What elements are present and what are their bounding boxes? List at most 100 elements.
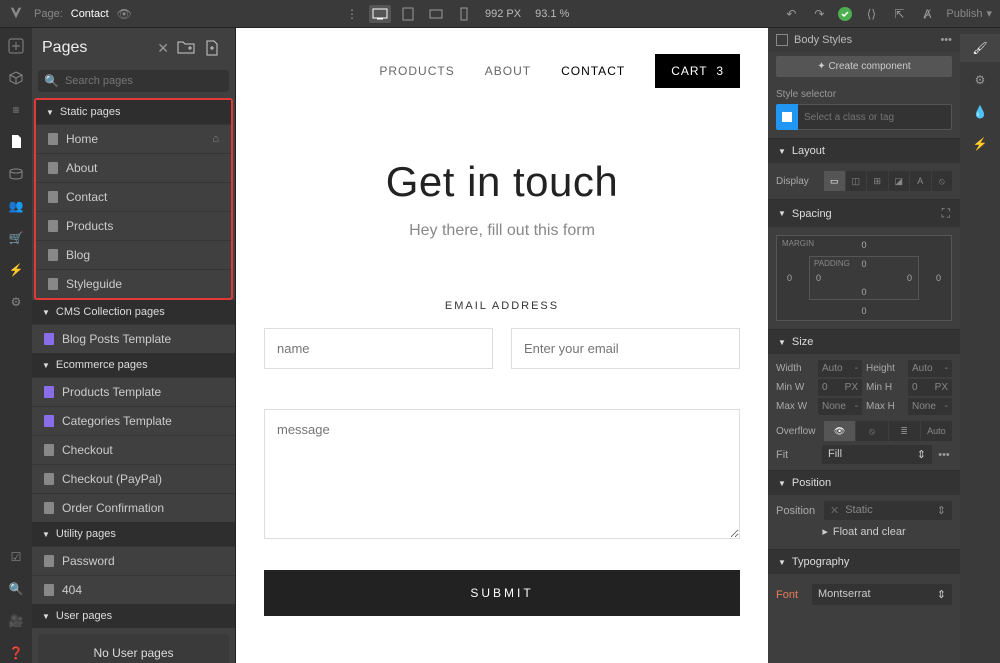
video-icon[interactable]: 🎥 [6,611,26,631]
design-canvas[interactable]: PRODUCTS ABOUT CONTACT CART 3 Get in tou… [236,28,768,663]
section-layout[interactable]: ▼Layout [768,139,960,163]
close-panel-icon[interactable]: ✕ [157,40,169,57]
email-input[interactable] [511,328,740,369]
maxh-input[interactable]: None- [908,398,952,415]
settings-tab-icon[interactable]: ⚙ [960,66,1000,94]
message-textarea[interactable] [264,409,740,539]
section-spacing[interactable]: ▼Spacing⛶ [768,200,960,227]
export-icon[interactable]: ⇱ [890,5,908,23]
cart-button[interactable]: CART 3 [655,54,740,88]
more-dots-icon[interactable]: ••• [940,34,952,46]
cube-icon[interactable] [6,68,26,88]
effects-tab-icon[interactable]: 💧 [960,98,1000,126]
page-item-styleguide[interactable]: Styleguide [36,269,231,298]
eye-icon[interactable]: 👁 [117,7,132,21]
section-position[interactable]: ▼Position [768,471,960,495]
zoom-level[interactable]: 93.1 % [535,8,569,20]
overflow-auto-button[interactable]: Auto [921,421,952,441]
display-none-icon[interactable]: ⦸ [932,171,953,191]
nav-link-contact[interactable]: CONTACT [561,64,625,78]
help-icon[interactable]: ❓ [6,643,26,663]
undo-icon[interactable]: ↶ [782,5,800,23]
pages-search[interactable]: 🔍 [38,70,229,92]
spacing-editor[interactable]: MARGIN 0 0 0 0 PADDING 0 0 0 0 [776,235,952,321]
submit-button[interactable]: SUBMIT [264,570,740,616]
section-utility-pages[interactable]: ▼Utility pages [32,522,235,546]
current-page-name[interactable]: Contact [71,8,109,20]
height-input[interactable]: Auto- [908,360,952,377]
settings-gear-icon[interactable]: ⚙ [6,292,26,312]
maxw-input[interactable]: None- [818,398,862,415]
hero-title[interactable]: Get in touch [264,158,740,206]
device-tablet-landscape-icon[interactable] [425,5,447,23]
page-item-about[interactable]: About [36,153,231,182]
display-flex-icon[interactable]: ◫ [846,171,867,191]
minh-input[interactable]: 0PX [908,379,952,396]
checklist-icon[interactable]: ☑ [6,547,26,567]
device-desktop-icon[interactable] [369,5,391,23]
display-block-icon[interactable]: ▭ [824,171,845,191]
display-inlineblock-icon[interactable]: ◪ [889,171,910,191]
pages-icon[interactable] [6,132,26,152]
redo-icon[interactable]: ↷ [810,5,828,23]
new-folder-icon[interactable] [177,40,197,56]
overflow-scroll-icon[interactable]: ≣ [889,421,920,441]
page-item-order-confirmation[interactable]: Order Confirmation [32,493,235,522]
section-cms-pages[interactable]: ▼CMS Collection pages [32,300,235,324]
overflow-visible-icon[interactable]: 👁 [824,421,855,441]
name-input[interactable] [264,328,493,369]
form-label-email[interactable]: EMAIL ADDRESS [264,300,740,312]
position-select[interactable]: ✕Static⇕ [824,501,952,520]
device-tablet-icon[interactable] [397,5,419,23]
create-component-button[interactable]: ✦ Create component [776,56,952,77]
navigator-icon[interactable]: ≡ [6,100,26,120]
audit-icon[interactable]: Ⱥ [918,5,936,23]
page-item-categories-template[interactable]: Categories Template [32,406,235,435]
fit-select[interactable]: Fill⇕ [822,445,932,464]
page-item-404[interactable]: 404 [32,575,235,604]
cms-icon[interactable] [6,164,26,184]
interactions-icon[interactable]: ⚡ [6,260,26,280]
font-select[interactable]: Montserrat⇕ [812,584,952,605]
style-selector-input[interactable] [798,104,952,130]
interactions-tab-icon[interactable]: ⚡ [960,130,1000,158]
style-tab-icon[interactable]: 🖌 [960,34,1000,62]
hero-subtitle[interactable]: Hey there, fill out this form [264,222,740,240]
kebab-menu-icon[interactable]: ⋮ [341,5,363,23]
page-item-checkout-paypal[interactable]: Checkout (PayPal) [32,464,235,493]
section-typography[interactable]: ▼Typography [768,550,960,574]
status-ok-icon[interactable] [838,7,852,21]
add-element-icon[interactable] [6,36,26,56]
search-panel-icon[interactable]: 🔍 [6,579,26,599]
page-item-checkout[interactable]: Checkout [32,435,235,464]
section-user-pages[interactable]: ▼User pages [32,604,235,628]
pages-search-input[interactable] [65,75,223,87]
page-item-blog[interactable]: Blog [36,240,231,269]
overflow-hidden-icon[interactable]: ⦸ [856,421,887,441]
spacing-expand-icon[interactable]: ⛶ [942,206,950,221]
section-size[interactable]: ▼Size [768,330,960,354]
publish-button[interactable]: Publish ▾ [946,7,992,20]
display-grid-icon[interactable]: ⊞ [867,171,888,191]
page-item-blog-template[interactable]: Blog Posts Template [32,324,235,353]
nav-link-about[interactable]: ABOUT [485,64,531,78]
page-item-contact[interactable]: Contact [36,182,231,211]
minw-input[interactable]: 0PX [818,379,862,396]
nav-link-products[interactable]: PRODUCTS [379,64,454,78]
page-item-products-template[interactable]: Products Template [32,377,235,406]
code-icon[interactable]: ⟨⟩ [862,5,880,23]
width-input[interactable]: Auto- [818,360,862,377]
section-ecommerce-pages[interactable]: ▼Ecommerce pages [32,353,235,377]
selector-tag-icon[interactable] [776,104,798,130]
float-clear-toggle[interactable]: ▸Float and clear [776,520,952,543]
display-inline-icon[interactable]: A [910,171,931,191]
ecommerce-icon[interactable]: 🛒 [6,228,26,248]
users-icon[interactable]: 👥 [6,196,26,216]
section-static-pages[interactable]: ▼Static pages [36,100,231,124]
page-item-home[interactable]: Home⌂ [36,124,231,153]
device-mobile-icon[interactable] [453,5,475,23]
page-item-password[interactable]: Password [32,546,235,575]
new-page-icon[interactable] [205,40,225,56]
fit-more-icon[interactable]: ••• [936,449,952,461]
page-item-products[interactable]: Products [36,211,231,240]
